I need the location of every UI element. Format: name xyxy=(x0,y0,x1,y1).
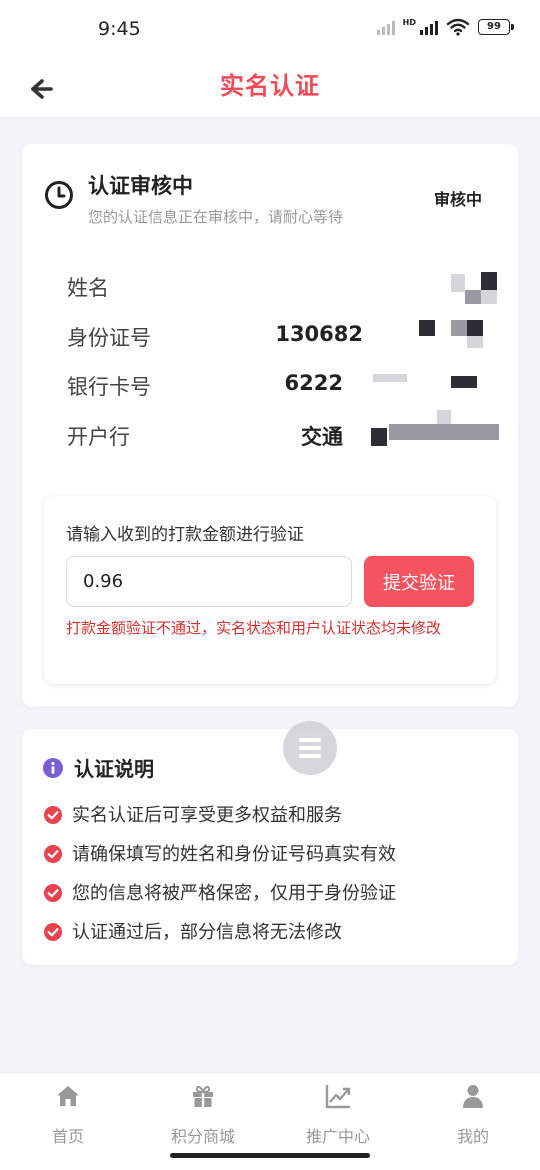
info-value: 130682 xyxy=(275,321,363,346)
check-circle-icon xyxy=(44,845,62,863)
note-text: 请确保填写的姓名和身份证号码真实有效 xyxy=(72,844,396,865)
hd-label: HD xyxy=(402,18,416,27)
check-circle-icon xyxy=(44,884,62,902)
notes-card: 认证说明 实名认证后可享受更多权益和服务 请确保填写的姓名和身份证号码真实有效 … xyxy=(22,729,518,965)
floating-menu-button[interactable] xyxy=(283,721,337,775)
signal-icon xyxy=(420,19,438,35)
notes-list: 实名认证后可享受更多权益和服务 请确保填写的姓名和身份证号码真实有效 您的信息将… xyxy=(42,799,502,955)
wifi-icon xyxy=(446,18,470,36)
status-title: 认证审核中 xyxy=(88,174,193,198)
info-value: 6222 xyxy=(284,371,343,395)
list-item: 请确保填写的姓名和身份证号码真实有效 xyxy=(42,838,502,877)
verification-card: 认证审核中 您的认证信息正在审核中，请耐心等待 审核中 姓名 身份证号 1306… xyxy=(22,144,518,707)
gift-icon xyxy=(193,1085,213,1107)
amount-input[interactable] xyxy=(66,556,352,607)
info-row-bank-card: 银行卡号 6222 xyxy=(67,361,477,411)
status-time: 9:45 xyxy=(98,18,141,40)
tab-promotion-center[interactable]: 推广中心 xyxy=(278,1083,398,1153)
home-indicator xyxy=(170,1153,370,1158)
menu-icon xyxy=(299,738,321,742)
tab-points-mall[interactable]: 积分商城 xyxy=(143,1083,263,1153)
info-row-id-number: 身份证号 130682 xyxy=(67,312,477,362)
clock-icon xyxy=(45,181,73,209)
status-bar: 9:45 HD 99 xyxy=(0,0,540,60)
chart-icon xyxy=(325,1085,351,1109)
check-circle-icon xyxy=(44,923,62,941)
list-item: 您的信息将被严格保密，仅用于身份验证 xyxy=(42,877,502,916)
info-label: 姓名 xyxy=(67,276,109,300)
notes-title: 认证说明 xyxy=(74,757,154,781)
note-text: 实名认证后可享受更多权益和服务 xyxy=(72,805,342,826)
tab-me[interactable]: 我的 xyxy=(413,1083,533,1153)
tab-label: 我的 xyxy=(456,1127,489,1146)
list-item: 认证通过后，部分信息将无法修改 xyxy=(42,916,502,955)
tab-label: 推广中心 xyxy=(305,1127,370,1146)
tab-label: 首页 xyxy=(51,1127,84,1146)
nav-bar: 实名认证 xyxy=(0,60,540,118)
user-icon xyxy=(463,1085,483,1108)
page-title: 实名认证 xyxy=(220,72,320,100)
verify-title: 请输入收到的打款金额进行验证 xyxy=(66,525,304,545)
note-text: 您的信息将被严格保密，仅用于身份验证 xyxy=(72,883,396,904)
home-icon xyxy=(57,1086,79,1106)
tab-home[interactable]: 首页 xyxy=(8,1083,128,1153)
amount-verify-box: 请输入收到的打款金额进行验证 提交验证 打款金额验证不通过，实名状态和用户认证状… xyxy=(44,496,496,684)
tab-label: 积分商城 xyxy=(170,1127,235,1146)
status-subtitle: 您的认证信息正在审核中，请耐心等待 xyxy=(88,208,344,226)
note-text: 认证通过后，部分信息将无法修改 xyxy=(72,922,342,943)
signal-weak-icon xyxy=(376,19,395,35)
status-badge: 审核中 xyxy=(433,190,482,209)
battery-icon: 99 xyxy=(478,19,514,35)
list-item: 实名认证后可享受更多权益和服务 xyxy=(42,799,502,838)
system-icons: HD 99 xyxy=(376,18,514,36)
info-row-name: 姓名 xyxy=(67,262,477,312)
info-icon xyxy=(43,758,63,778)
info-label: 身份证号 xyxy=(67,325,151,350)
status-header: 认证审核中 您的认证信息正在审核中，请耐心等待 审核中 xyxy=(42,170,498,230)
info-label: 开户行 xyxy=(67,424,130,449)
error-message: 打款金额验证不通过，实名状态和用户认证状态均未修改 xyxy=(66,619,442,637)
info-label: 银行卡号 xyxy=(67,375,151,399)
info-value: 交通 xyxy=(301,424,343,449)
submit-verify-button[interactable]: 提交验证 xyxy=(364,556,474,607)
check-circle-icon xyxy=(44,806,62,824)
info-list: 姓名 身份证号 130682 银行卡号 6222 开户行 交通 xyxy=(67,262,499,460)
